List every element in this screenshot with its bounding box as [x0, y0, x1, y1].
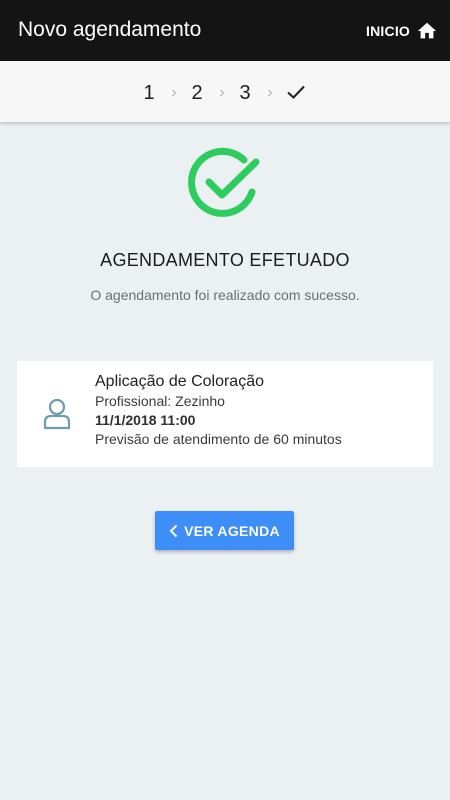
home-label: INICIO: [366, 23, 410, 39]
success-message: O agendamento foi realizado com sucesso.: [90, 287, 360, 303]
check-circle-icon: [188, 147, 260, 217]
app-bar: Novo agendamento INICIO: [0, 0, 450, 61]
appointment-datetime: 11/1/2018 11:00: [95, 412, 196, 428]
chevron-left-icon: [169, 524, 178, 537]
home-button[interactable]: INICIO: [366, 19, 438, 43]
step-1: 1: [143, 82, 155, 104]
stepper: 1 › 2 › 3 ›: [0, 61, 450, 122]
appointment-card: Aplicação de Coloração Profissional: Zez…: [17, 361, 433, 467]
professional-name: Profissional: Zezinho: [95, 393, 225, 409]
step-2: 2: [191, 82, 203, 104]
step-separator: ›: [267, 84, 273, 101]
appointment-details: Aplicação de Coloração Profissional: Zez…: [95, 371, 342, 449]
step-separator: ›: [171, 84, 177, 101]
view-schedule-button[interactable]: VER AGENDA: [155, 511, 294, 550]
step-separator: ›: [219, 84, 225, 101]
home-icon: [417, 22, 437, 39]
service-name: Aplicação de Coloração: [95, 373, 264, 390]
user-icon: [43, 398, 71, 430]
page-title: Novo agendamento: [18, 18, 202, 41]
success-title: AGENDAMENTO EFETUADO: [100, 250, 350, 270]
view-schedule-label: VER AGENDA: [184, 522, 280, 539]
step-3: 3: [239, 82, 251, 104]
check-icon: [287, 85, 305, 99]
appointment-duration: Previsão de atendimento de 60 minutos: [95, 431, 342, 447]
